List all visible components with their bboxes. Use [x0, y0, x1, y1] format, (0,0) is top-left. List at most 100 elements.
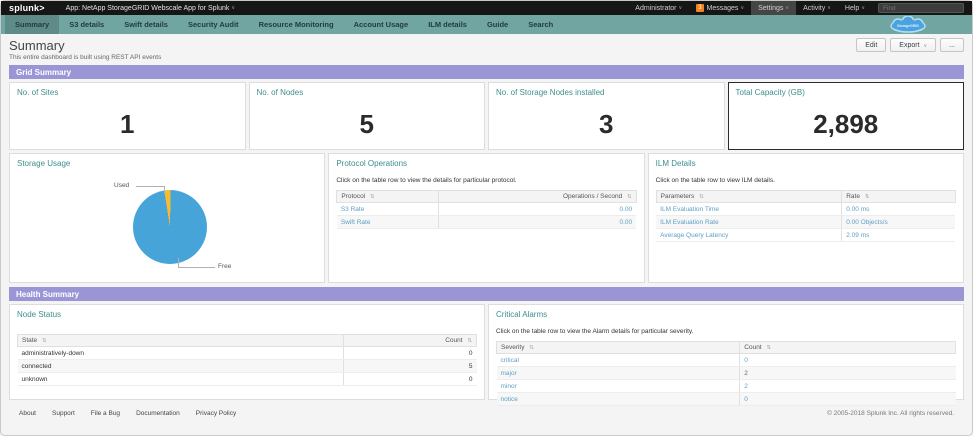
table-row: unknown 0: [18, 373, 477, 386]
critical-alarms-panel: Critical Alarms Click on the table row t…: [488, 304, 964, 400]
chevron-down-icon: ∨: [785, 5, 789, 11]
help-label: Help: [845, 5, 859, 12]
table-row[interactable]: Average Query Latency 2.09 ms: [656, 229, 955, 242]
column-header-label: Count: [445, 337, 462, 344]
protocol-operations-table: Protocol ⇅ Operations / Second ⇅ S3 Rate…: [336, 190, 636, 229]
footer-link-documentation[interactable]: Documentation: [136, 410, 180, 417]
table-row[interactable]: Swift Rate 0.00: [337, 216, 636, 229]
kpi-panel-storage-nodes: No. of Storage Nodes installed 3: [488, 82, 725, 150]
column-header-rate[interactable]: Rate ⇅: [842, 191, 956, 203]
ilm-details-title: ILM Details: [656, 159, 956, 168]
user-menu[interactable]: Administrator ∨: [628, 1, 689, 15]
kpi-value: 1: [17, 109, 238, 140]
kpi-value: 5: [257, 109, 478, 140]
find-input[interactable]: [878, 3, 964, 13]
column-header-state[interactable]: State ⇅: [18, 335, 344, 347]
pie-label-used: Used: [114, 182, 129, 189]
grid-summary-band: Grid Summary: [9, 65, 964, 79]
tab-search[interactable]: Search: [518, 15, 563, 34]
health-summary-band: Health Summary: [9, 287, 964, 301]
cell-rate: 0.00 ms: [842, 203, 956, 216]
footer-link-privacy-policy[interactable]: Privacy Policy: [196, 410, 236, 417]
cell-severity: minor: [497, 380, 740, 393]
kpi-panel-nodes: No. of Nodes 5: [249, 82, 486, 150]
footer-link-file-a-bug[interactable]: File a Bug: [91, 410, 120, 417]
cell-severity: notice: [497, 393, 740, 406]
pie-label-free: Free: [218, 263, 231, 270]
chevron-down-icon: ∨: [827, 5, 831, 11]
kpi-label: No. of Storage Nodes installed: [496, 88, 717, 97]
storage-usage-chart: Used Free: [10, 154, 324, 282]
pie-callout-line-free: [178, 258, 215, 268]
sort-icon: ⇅: [42, 338, 47, 344]
kpi-row: No. of Sites 1 No. of Nodes 5 No. of Sto…: [9, 82, 964, 150]
settings-label: Settings: [758, 5, 783, 12]
cell-count: 5: [343, 360, 476, 373]
sort-icon: ⇅: [370, 194, 375, 200]
column-header-parameters[interactable]: Parameters ⇅: [656, 191, 842, 203]
page-title: Summary: [9, 38, 161, 53]
column-header-protocol[interactable]: Protocol ⇅: [337, 191, 439, 203]
column-header-label: Parameters: [661, 193, 695, 200]
ilm-details-panel: ILM Details Click on the table row to vi…: [648, 153, 964, 283]
tab-s3-details[interactable]: S3 details: [59, 15, 114, 34]
critical-alarms-table: Severity ⇅ Count ⇅ critical 0: [496, 341, 956, 406]
kpi-label: No. of Sites: [17, 88, 238, 97]
sort-icon: ⇅: [529, 345, 534, 351]
cell-rate: 0.00: [439, 216, 637, 229]
tab-summary[interactable]: Summary: [5, 15, 59, 34]
table-row-minor[interactable]: minor 2: [497, 380, 956, 393]
chevron-down-icon: ∨: [231, 5, 235, 11]
node-status-table: State ⇅ Count ⇅ administratively-down 0: [17, 334, 477, 386]
cell-count-highlighted: 2: [740, 367, 956, 380]
chevron-down-icon: ∨: [740, 5, 744, 11]
export-button[interactable]: Export ∨: [890, 38, 936, 52]
activity-menu[interactable]: Activity ∨: [796, 1, 838, 15]
page-subtitle: This entire dashboard is built using RES…: [9, 54, 161, 61]
table-row: connected 5: [18, 360, 477, 373]
health-row: Node Status State ⇅ Count ⇅: [9, 304, 964, 400]
column-header-label: Severity: [501, 344, 524, 351]
sort-icon: ⇅: [627, 194, 632, 200]
tab-account-usage[interactable]: Account Usage: [344, 15, 419, 34]
cell-state: administratively-down: [18, 347, 344, 360]
settings-menu[interactable]: Settings ∨: [751, 1, 796, 15]
tab-resource-monitoring[interactable]: Resource Monitoring: [249, 15, 344, 34]
table-row: administratively-down 0: [18, 347, 477, 360]
table-row[interactable]: ILM Evaluation Time 0.00 ms: [656, 203, 955, 216]
table-row-critical[interactable]: critical 0: [497, 354, 956, 367]
table-row[interactable]: ILM Evaluation Rate 0.00 Objects/s: [656, 216, 955, 229]
column-header-count[interactable]: Count ⇅: [343, 335, 476, 347]
column-header-severity[interactable]: Severity ⇅: [497, 342, 740, 354]
tab-swift-details[interactable]: Swift details: [114, 15, 178, 34]
sort-icon: ⇅: [699, 194, 704, 200]
more-actions-button[interactable]: ...: [940, 38, 964, 52]
cell-count: 0: [343, 373, 476, 386]
cell-severity: critical: [497, 354, 740, 367]
tab-ilm-details[interactable]: ILM details: [418, 15, 477, 34]
tab-security-audit[interactable]: Security Audit: [178, 15, 249, 34]
column-header-count[interactable]: Count ⇅: [740, 342, 956, 354]
footer-link-support[interactable]: Support: [52, 410, 75, 417]
table-row-notice[interactable]: notice 0: [497, 393, 956, 406]
column-header-operations-per-second[interactable]: Operations / Second ⇅: [439, 191, 637, 203]
footer-link-about[interactable]: About: [19, 410, 36, 417]
node-status-title: Node Status: [17, 310, 477, 319]
cell-state: unknown: [18, 373, 344, 386]
storage-usage-panel: Storage Usage Used Free: [9, 153, 325, 283]
splunk-logo: splunk>: [9, 3, 45, 13]
storage-usage-pie[interactable]: [133, 190, 207, 264]
column-header-label: Count: [744, 344, 761, 351]
messages-menu[interactable]: 3 Messages ∨: [689, 1, 751, 15]
kpi-label: No. of Nodes: [257, 88, 478, 97]
tab-guide[interactable]: Guide: [477, 15, 518, 34]
cell-count: 0: [343, 347, 476, 360]
app-menu[interactable]: App: NetApp StorageGRID Webscale App for…: [59, 1, 242, 15]
table-row-major[interactable]: major 2: [497, 367, 956, 380]
cell-rate: 0.00: [439, 203, 637, 216]
edit-button[interactable]: Edit: [856, 38, 886, 52]
help-menu[interactable]: Help ∨: [838, 1, 872, 15]
kpi-value: 2,898: [736, 109, 957, 140]
table-row[interactable]: S3 Rate 0.00: [337, 203, 636, 216]
dashboard-body: Summary This entire dashboard is built u…: [1, 34, 972, 417]
